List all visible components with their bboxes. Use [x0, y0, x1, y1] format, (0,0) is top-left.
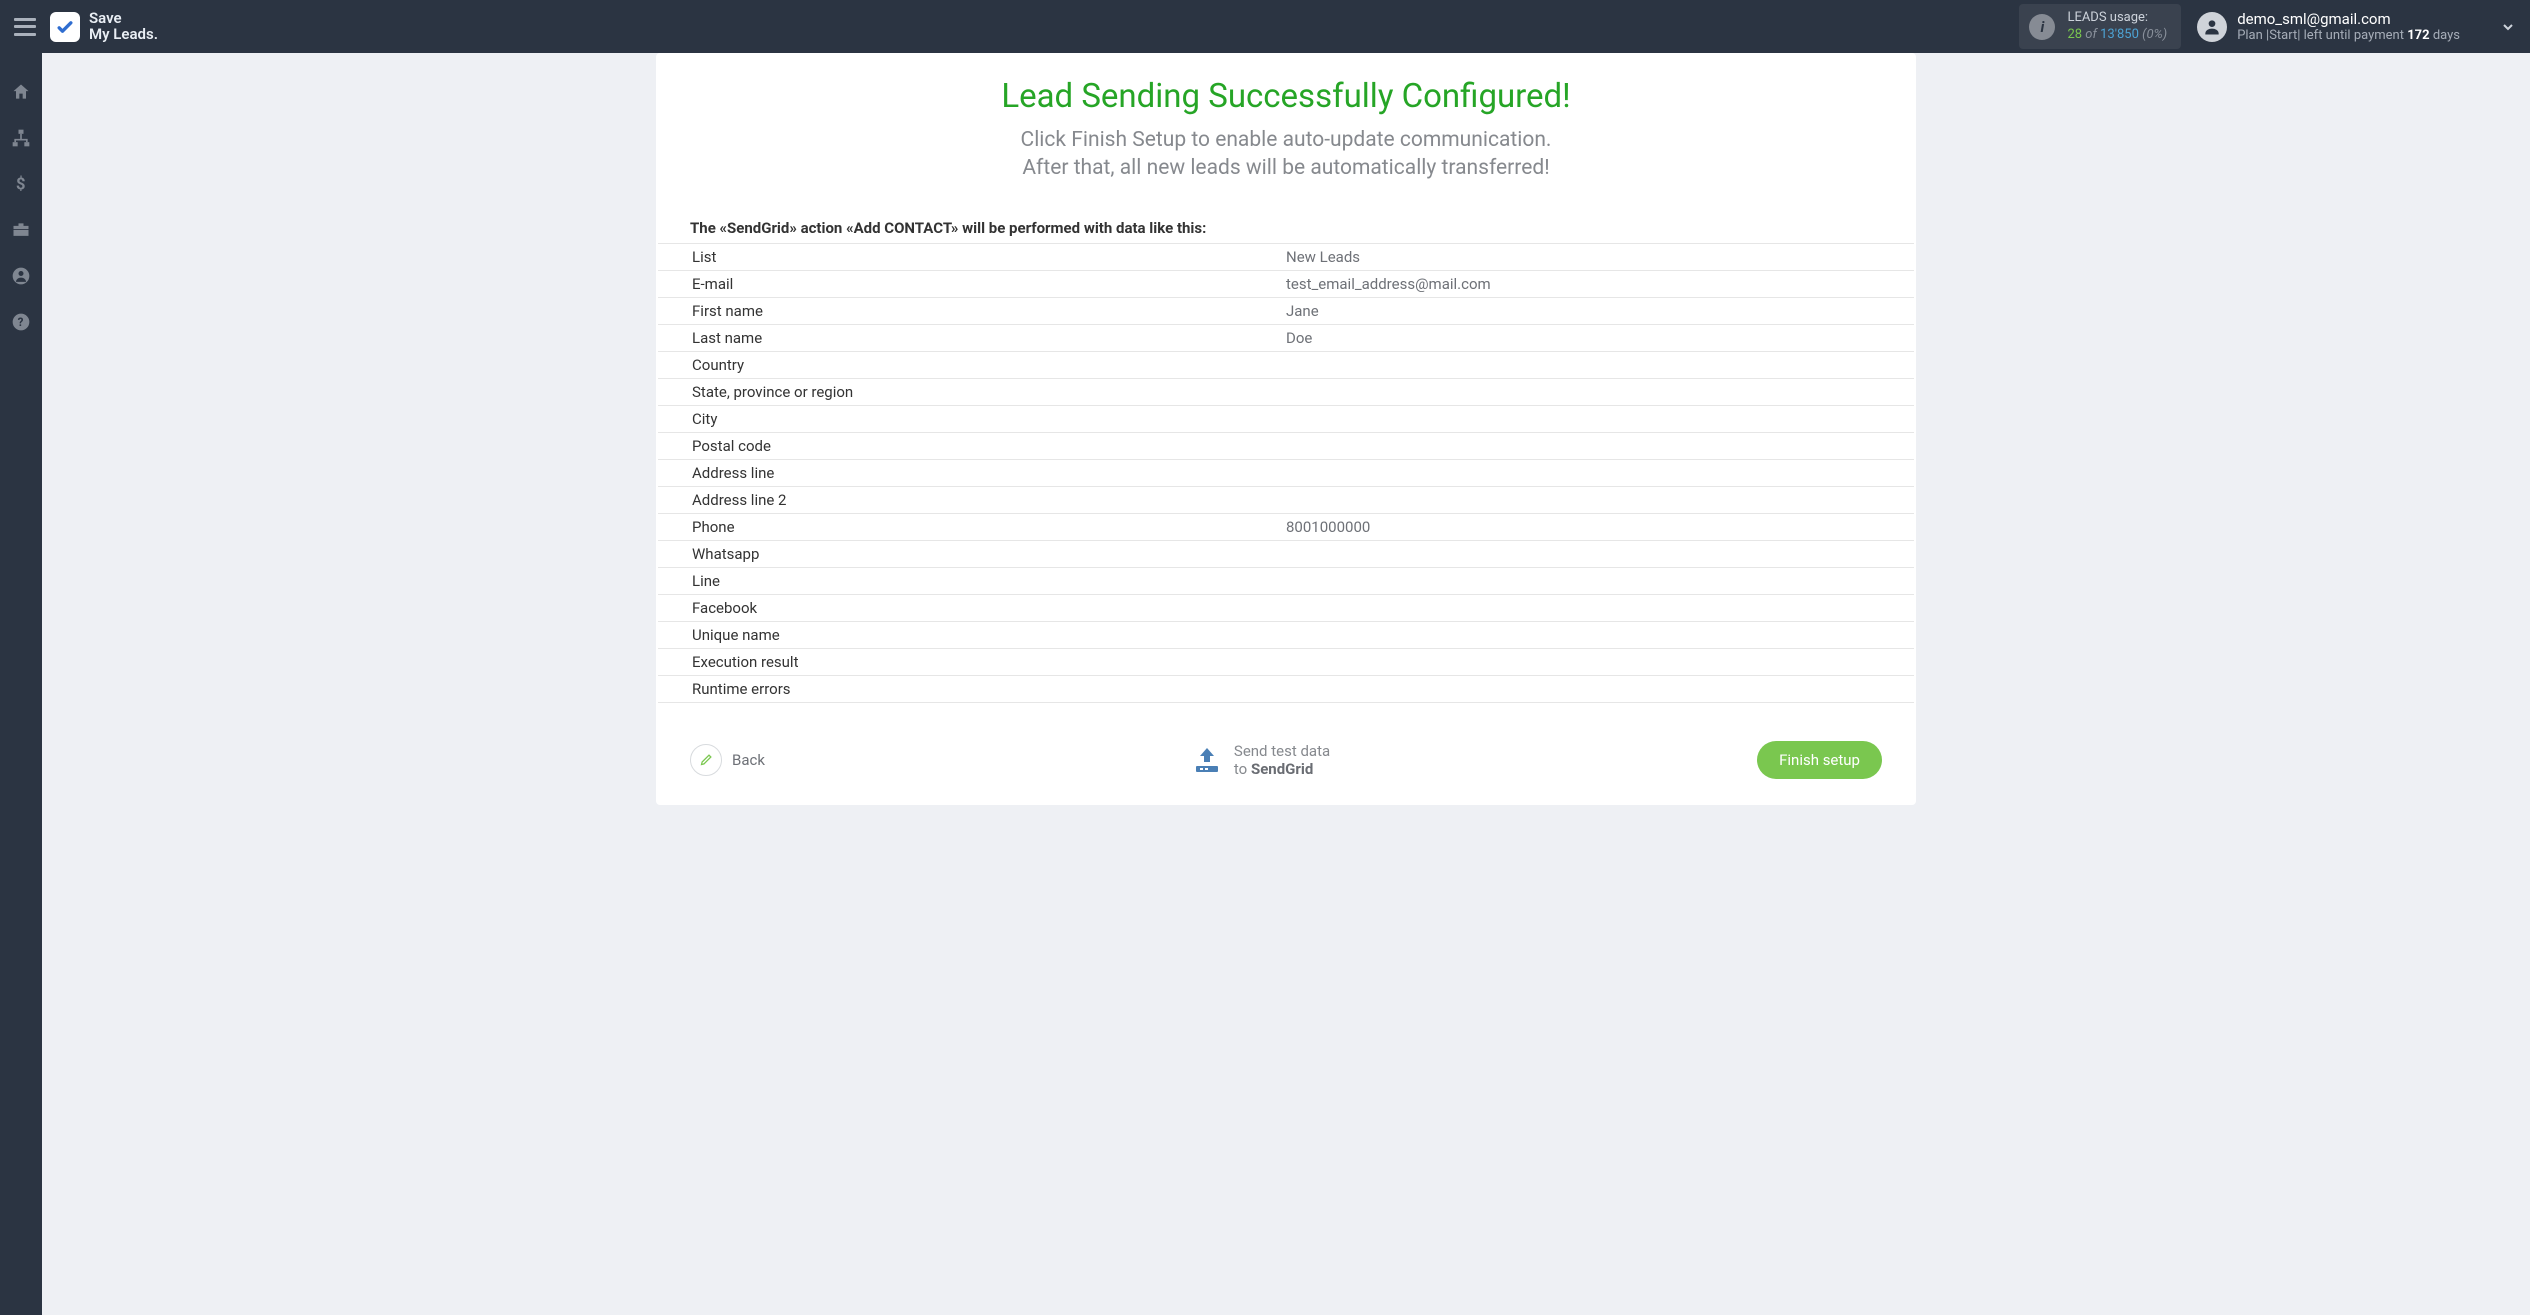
page-title: Lead Sending Successfully Configured! — [656, 77, 1916, 116]
field-label: List — [692, 248, 1286, 266]
usage-panel[interactable]: i LEADS usage: 28 of 13'850 (0%) — [2019, 4, 2181, 49]
subtitle-line1: Click Finish Setup to enable auto-update… — [656, 126, 1916, 154]
user-info: demo_sml@gmail.com Plan |Start| left unt… — [2237, 10, 2460, 44]
upload-icon — [1192, 746, 1222, 774]
topbar: Save My Leads. i LEADS usage: 28 of 13'8… — [0, 0, 2530, 53]
field-label: Unique name — [692, 626, 1286, 644]
field-label: E-mail — [692, 275, 1286, 293]
page: Lead Sending Successfully Configured! Cl… — [42, 53, 2530, 805]
usage-text: LEADS usage: 28 of 13'850 (0%) — [2067, 10, 2167, 43]
action-summary: The «SendGrid» action «Add CONTACT» will… — [656, 219, 1916, 243]
field-label: Address line — [692, 464, 1286, 482]
usage-total: 13'850 — [2100, 27, 2139, 42]
table-row: Last nameDoe — [658, 324, 1914, 351]
user-email: demo_sml@gmail.com — [2237, 10, 2460, 28]
table-row: Address line — [658, 459, 1914, 486]
table-row: Postal code — [658, 432, 1914, 459]
back-button[interactable]: Back — [690, 744, 765, 776]
briefcase-icon[interactable] — [10, 219, 32, 241]
table-row: Line — [658, 567, 1914, 594]
field-label: Execution result — [692, 653, 1286, 671]
table-row: Whatsapp — [658, 540, 1914, 567]
page-subtitle: Click Finish Setup to enable auto-update… — [656, 126, 1916, 183]
config-card: Lead Sending Successfully Configured! Cl… — [656, 53, 1916, 805]
field-label: Line — [692, 572, 1286, 590]
fields-table: ListNew LeadsE-mailtest_email_address@ma… — [658, 243, 1914, 703]
brand-line2: My Leads. — [89, 27, 158, 43]
actions-bar: Back Send test data to SendGrid Finish s… — [656, 703, 1916, 779]
field-label: Facebook — [692, 599, 1286, 617]
table-row: Runtime errors — [658, 675, 1914, 703]
field-label: Whatsapp — [692, 545, 1286, 563]
field-label: Runtime errors — [692, 680, 1286, 698]
sitemap-icon[interactable] — [10, 127, 32, 149]
menu-toggle[interactable] — [14, 18, 36, 36]
back-label: Back — [732, 751, 765, 769]
logo-text: Save My Leads. — [89, 11, 158, 43]
pencil-icon — [690, 744, 722, 776]
table-row: E-mailtest_email_address@mail.com — [658, 270, 1914, 297]
field-label: Address line 2 — [692, 491, 1286, 509]
user-icon[interactable] — [10, 265, 32, 287]
usage-of: of — [2085, 27, 2097, 42]
user-menu[interactable]: demo_sml@gmail.com Plan |Start| left unt… — [2197, 10, 2460, 44]
field-label: Country — [692, 356, 1286, 374]
table-row: ListNew Leads — [658, 243, 1914, 270]
field-value: 8001000000 — [1286, 518, 1880, 536]
finish-setup-button[interactable]: Finish setup — [1757, 741, 1882, 779]
field-label: State, province or region — [692, 383, 1286, 401]
table-row: Address line 2 — [658, 486, 1914, 513]
table-row: State, province or region — [658, 378, 1914, 405]
sidebar: $ ? — [0, 53, 42, 1315]
field-label: City — [692, 410, 1286, 428]
subtitle-line2: After that, all new leads will be automa… — [656, 154, 1916, 182]
table-row: Execution result — [658, 648, 1914, 675]
usage-label: LEADS usage: — [2067, 10, 2167, 26]
home-icon[interactable] — [10, 81, 32, 103]
dollar-icon[interactable]: $ — [10, 173, 32, 195]
field-label: Postal code — [692, 437, 1286, 455]
table-row: Unique name — [658, 621, 1914, 648]
field-label: First name — [692, 302, 1286, 320]
usage-pct: (0%) — [2142, 27, 2167, 42]
table-row: Country — [658, 351, 1914, 378]
send-test-label: Send test data to SendGrid — [1234, 742, 1330, 778]
info-icon: i — [2029, 14, 2055, 40]
field-label: Last name — [692, 329, 1286, 347]
field-label: Phone — [692, 518, 1286, 536]
logo[interactable]: Save My Leads. — [50, 11, 158, 43]
chevron-down-icon[interactable] — [2460, 19, 2516, 35]
send-test-button[interactable]: Send test data to SendGrid — [1192, 742, 1330, 778]
svg-text:$: $ — [16, 176, 25, 195]
table-row: Phone8001000000 — [658, 513, 1914, 540]
logo-check-icon — [50, 12, 80, 42]
avatar-icon — [2197, 12, 2227, 42]
field-value: test_email_address@mail.com — [1286, 275, 1880, 293]
usage-used: 28 — [2067, 27, 2082, 42]
help-icon[interactable]: ? — [10, 311, 32, 333]
field-value: New Leads — [1286, 248, 1880, 266]
svg-text:?: ? — [18, 315, 24, 329]
field-value: Jane — [1286, 302, 1880, 320]
user-plan: Plan |Start| left until payment 172 days — [2237, 28, 2460, 44]
table-row: City — [658, 405, 1914, 432]
table-row: First nameJane — [658, 297, 1914, 324]
table-row: Facebook — [658, 594, 1914, 621]
field-value: Doe — [1286, 329, 1880, 347]
